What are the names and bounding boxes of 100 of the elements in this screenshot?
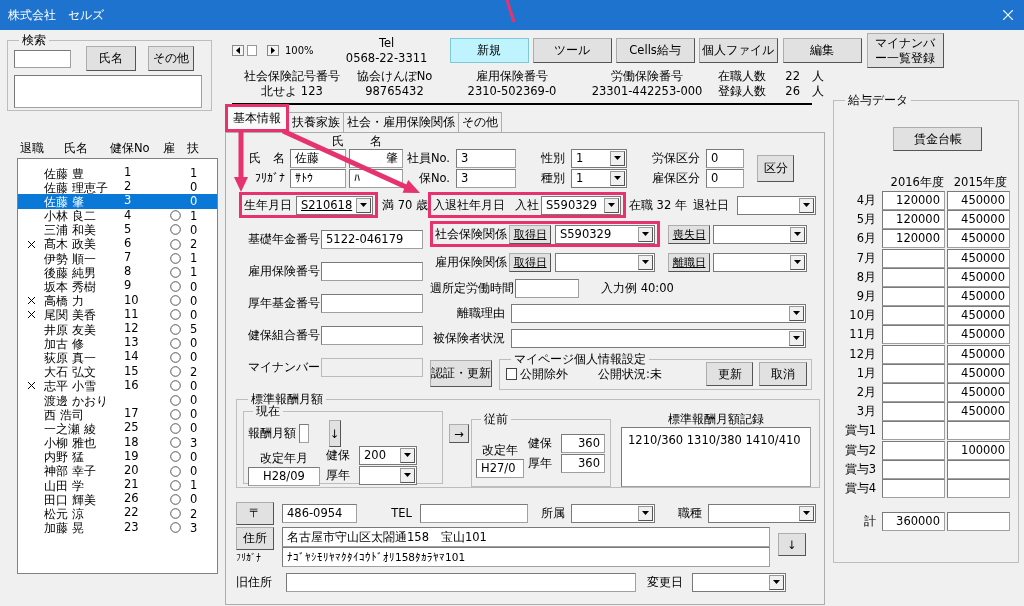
toolbar-button[interactable]: 編集 [782, 38, 862, 63]
input-field[interactable]: H27/0 [476, 459, 524, 478]
date-button[interactable]: 取得日 [509, 224, 551, 244]
employee-row[interactable]: 山田 学 21 1 [18, 478, 217, 493]
employee-row[interactable]: 小林 良二 4 1 [18, 208, 217, 223]
input-field[interactable] [947, 512, 1010, 532]
input-field[interactable]: 360 [561, 453, 605, 473]
toolbar-button[interactable]: ツール [532, 38, 612, 63]
input-field[interactable]: 450000 [947, 344, 1010, 364]
dropdown[interactable]: S210618 [296, 195, 373, 215]
employee-row[interactable]: 井原 友美 12 5 [18, 322, 217, 337]
scroll-thumb[interactable] [247, 45, 257, 56]
employee-row[interactable]: 佐藤 理恵子 2 0 [18, 180, 217, 195]
employee-row[interactable]: 高橋 力 10 0 [18, 293, 217, 308]
input-field[interactable] [882, 325, 945, 345]
input-field[interactable]: 0 [706, 148, 744, 168]
down-button[interactable]: ↓ [778, 533, 806, 556]
input-field[interactable]: H28/09 [248, 467, 320, 486]
employee-row[interactable]: 松元 涼 22 2 [18, 506, 217, 521]
category-button[interactable]: 区分 [757, 154, 794, 182]
toolbar-button[interactable]: マイナンバー一覧登録 [866, 33, 944, 68]
close-button[interactable] [1002, 9, 1014, 21]
employee-row[interactable]: 荻原 真一 14 0 [18, 350, 217, 365]
employee-row[interactable]: 西 浩司 17 0 [18, 407, 217, 422]
dropdown[interactable]: 1 [571, 168, 627, 188]
employee-row[interactable]: 小柳 雅也 18 3 [18, 435, 217, 450]
tab[interactable]: その他 [458, 112, 502, 132]
employee-row[interactable]: 田口 輝美 26 0 [18, 492, 217, 507]
input-field[interactable] [882, 248, 945, 268]
dropdown[interactable]: 1 [571, 148, 627, 168]
update-button[interactable]: 更新 [705, 362, 754, 386]
dropdown[interactable] [511, 303, 806, 323]
employee-row[interactable]: 三浦 和美 5 0 [18, 222, 217, 237]
input-field[interactable] [882, 287, 945, 307]
address-button[interactable]: 住所 [236, 527, 274, 550]
input-field[interactable] [882, 344, 945, 364]
postal-button[interactable]: 〒 [236, 501, 274, 525]
checkbox[interactable] [506, 368, 518, 380]
input-field[interactable]: 450000 [947, 325, 1010, 345]
dropdown[interactable]: S590329 [540, 195, 621, 215]
input-field[interactable]: 450000 [947, 402, 1010, 422]
employee-row[interactable]: 佐藤 豊 1 1 [18, 166, 217, 181]
input-field[interactable]: 486-0954 [282, 503, 357, 523]
input-field[interactable] [882, 440, 945, 460]
dropdown[interactable]: 200 [359, 445, 417, 465]
input-field[interactable]: 450000 [947, 248, 1010, 268]
input-field[interactable] [321, 293, 423, 313]
input-field[interactable]: ｻﾄｳ [290, 168, 346, 188]
dropdown[interactable] [713, 252, 807, 272]
input-field[interactable] [947, 421, 1010, 441]
employee-row[interactable]: 尾関 美香 11 0 [18, 307, 217, 323]
employee-row[interactable]: 後藤 純男 8 1 [18, 265, 217, 280]
toolbar-button[interactable]: Cells給与 [615, 38, 695, 63]
employee-row[interactable]: 内野 猛 19 0 [18, 449, 217, 464]
copy-button[interactable]: → [449, 424, 469, 443]
input-field[interactable]: 450000 [947, 306, 1010, 326]
input-field[interactable]: 450000 [947, 191, 1010, 211]
input-field[interactable]: 名古屋市守山区太閤通158 宝山101 [282, 527, 770, 547]
employee-row[interactable]: 坂本 秀樹 9 0 [18, 279, 217, 294]
tab[interactable]: 基本情報 [225, 104, 289, 132]
other-search-button[interactable]: その他 [148, 46, 194, 71]
toolbar-button[interactable]: 個人ファイル [698, 38, 778, 63]
input-field[interactable]: 120000 [882, 191, 945, 211]
employee-row[interactable]: 大石 弘文 15 2 [18, 364, 217, 379]
scroll-right-button[interactable] [267, 45, 279, 56]
input-field[interactable] [515, 278, 579, 298]
dropdown[interactable] [713, 224, 807, 244]
date-button[interactable]: 離職日 [668, 252, 710, 272]
employee-row[interactable]: 一之瀬 綾 25 0 [18, 421, 217, 436]
input-field[interactable] [299, 424, 309, 443]
search-field[interactable] [14, 49, 71, 68]
input-field[interactable] [321, 325, 423, 345]
input-field[interactable]: 0 [706, 168, 744, 188]
dropdown[interactable] [571, 503, 655, 523]
input-field[interactable]: 450000 [947, 287, 1010, 307]
dropdown[interactable] [511, 328, 806, 348]
employee-row[interactable]: 髙木 政美 6 2 [18, 236, 217, 252]
input-field[interactable] [286, 572, 636, 592]
employee-row[interactable]: 神部 幸子 20 0 [18, 463, 217, 479]
input-field[interactable]: ﾅｺﾞﾔｼﾓﾘﾔﾏｸﾀｲｺｳﾄﾞｵﾘ158ﾀｶﾗﾔﾏ101 [282, 547, 770, 567]
result-box[interactable] [14, 75, 202, 108]
input-field[interactable] [882, 306, 945, 326]
name-search-button[interactable]: 氏名 [86, 46, 136, 71]
date-button[interactable]: 喪失日 [668, 224, 710, 244]
input-field[interactable]: 450000 [947, 229, 1010, 249]
employee-row[interactable]: 志平 小雪 16 0 [18, 378, 217, 393]
cancel-button[interactable]: 取消 [759, 362, 807, 386]
auth-update-button[interactable]: 認証・更新 [430, 360, 492, 387]
employee-row[interactable]: 加藤 晃 23 3 [18, 520, 217, 535]
input-field[interactable] [882, 421, 945, 441]
dropdown[interactable]: S590329 [555, 224, 655, 244]
dropdown[interactable] [555, 252, 655, 272]
input-field[interactable] [882, 402, 945, 422]
input-field[interactable]: 360000 [882, 512, 945, 532]
employee-row[interactable]: 伊勢 順一 7 1 [18, 251, 217, 266]
dropdown[interactable] [692, 572, 786, 592]
wage-ledger-button[interactable]: 賃金台帳 [893, 127, 982, 151]
input-field[interactable]: 3 [456, 148, 516, 168]
input-field[interactable]: 450000 [947, 210, 1010, 230]
input-field[interactable] [420, 503, 528, 523]
